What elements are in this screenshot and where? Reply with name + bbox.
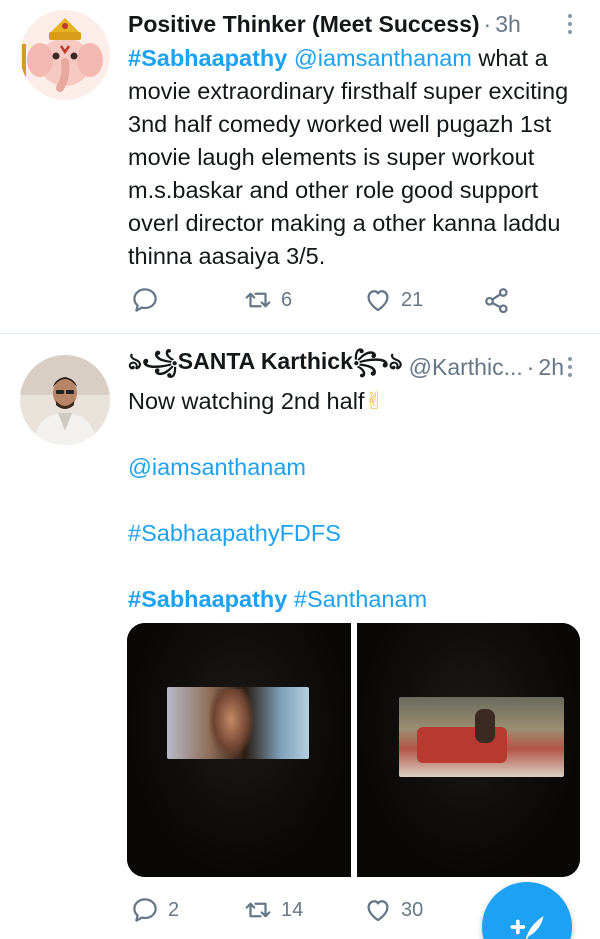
tweet[interactable]: Positive Thinker (Meet Success) · 3h #Sa… — [0, 0, 600, 334]
retweet-icon — [245, 902, 271, 918]
timestamp[interactable]: 3h — [495, 11, 521, 38]
mention-link[interactable]: @iamsanthanam — [294, 45, 472, 71]
like-button[interactable]: 21 — [363, 285, 423, 315]
tweet-text: Now watching 2nd half✌ @iamsanthanam #Sa… — [128, 385, 580, 616]
media-grid — [127, 623, 580, 877]
retweet-button[interactable]: 6 — [243, 285, 292, 315]
reply-button[interactable] — [130, 285, 160, 315]
tweet-body-text: what a movie extraordinary firsthalf sup… — [128, 45, 569, 269]
tweet[interactable]: ঌ꧁SANTA Karthick꧂ঌ @Karthic... · 2h Now … — [0, 334, 600, 939]
tweet-body-text: Now watching 2nd half — [128, 388, 365, 414]
tweet-header: ঌ꧁SANTA Karthick꧂ঌ @Karthic... · 2h — [128, 348, 580, 381]
tweet-line: #Sabhaapathy #Santhanam — [128, 583, 580, 616]
compose-icon — [510, 916, 544, 939]
retweet-button[interactable]: 14 — [243, 895, 303, 925]
avatar-photo-icon — [20, 355, 110, 445]
share-icon — [485, 288, 508, 314]
separator-dot: · — [483, 10, 492, 37]
avatar-ganesha-icon — [20, 10, 110, 100]
reply-button[interactable]: 2 — [130, 895, 179, 925]
avatar[interactable] — [20, 355, 110, 445]
separator-dot: · — [526, 353, 535, 380]
share-button[interactable] — [482, 285, 512, 315]
retweet-count: 14 — [281, 898, 304, 921]
more-vertical-icon[interactable] — [560, 355, 580, 379]
reply-icon — [133, 898, 157, 922]
author-name[interactable]: ঌ꧁SANTA Karthick꧂ঌ — [128, 343, 403, 391]
media-photo[interactable] — [127, 623, 351, 877]
author-handle[interactable]: @Karthic... — [409, 354, 523, 381]
hashtag-link[interactable]: #Sabhaapathy — [128, 45, 287, 71]
like-icon — [367, 900, 389, 922]
hashtag-link[interactable]: #Santhanam — [294, 586, 427, 612]
like-button[interactable]: 30 — [363, 895, 423, 925]
retweet-icon — [245, 292, 271, 308]
screen-figure — [474, 709, 495, 743]
tweet-content: ঌ꧁SANTA Karthick꧂ঌ @Karthic... · 2h Now … — [128, 348, 580, 616]
tweet-line: #SabhaapathyFDFS — [128, 517, 580, 550]
author-name[interactable]: Positive Thinker (Meet Success) — [128, 11, 480, 38]
like-count: 30 — [401, 898, 424, 921]
hashtag-link[interactable]: #Sabhaapathy — [128, 586, 287, 612]
media-photo[interactable] — [356, 623, 580, 877]
tweet-header: Positive Thinker (Meet Success) · 3h — [128, 10, 580, 38]
more-vertical-icon[interactable] — [560, 12, 580, 36]
mention-link[interactable]: @iamsanthanam — [128, 454, 306, 480]
reply-icon — [133, 288, 157, 312]
compose-tweet-button[interactable] — [482, 882, 572, 939]
like-count: 21 — [401, 288, 424, 311]
victory-hand-emoji: ✌ — [364, 388, 385, 414]
tweet-content: Positive Thinker (Meet Success) · 3h #Sa… — [128, 10, 580, 273]
hashtag-link[interactable]: #SabhaapathyFDFS — [128, 520, 341, 546]
screen-face — [209, 689, 253, 757]
reply-count: 2 — [168, 898, 180, 921]
tweet-line: @iamsanthanam — [128, 451, 580, 484]
tweet-line: Now watching 2nd half✌ — [128, 385, 580, 418]
retweet-count: 6 — [281, 288, 293, 311]
like-icon — [367, 290, 389, 312]
tweet-text: #Sabhaapathy @iamsanthanam what a movie … — [128, 42, 578, 273]
avatar[interactable] — [20, 10, 110, 100]
